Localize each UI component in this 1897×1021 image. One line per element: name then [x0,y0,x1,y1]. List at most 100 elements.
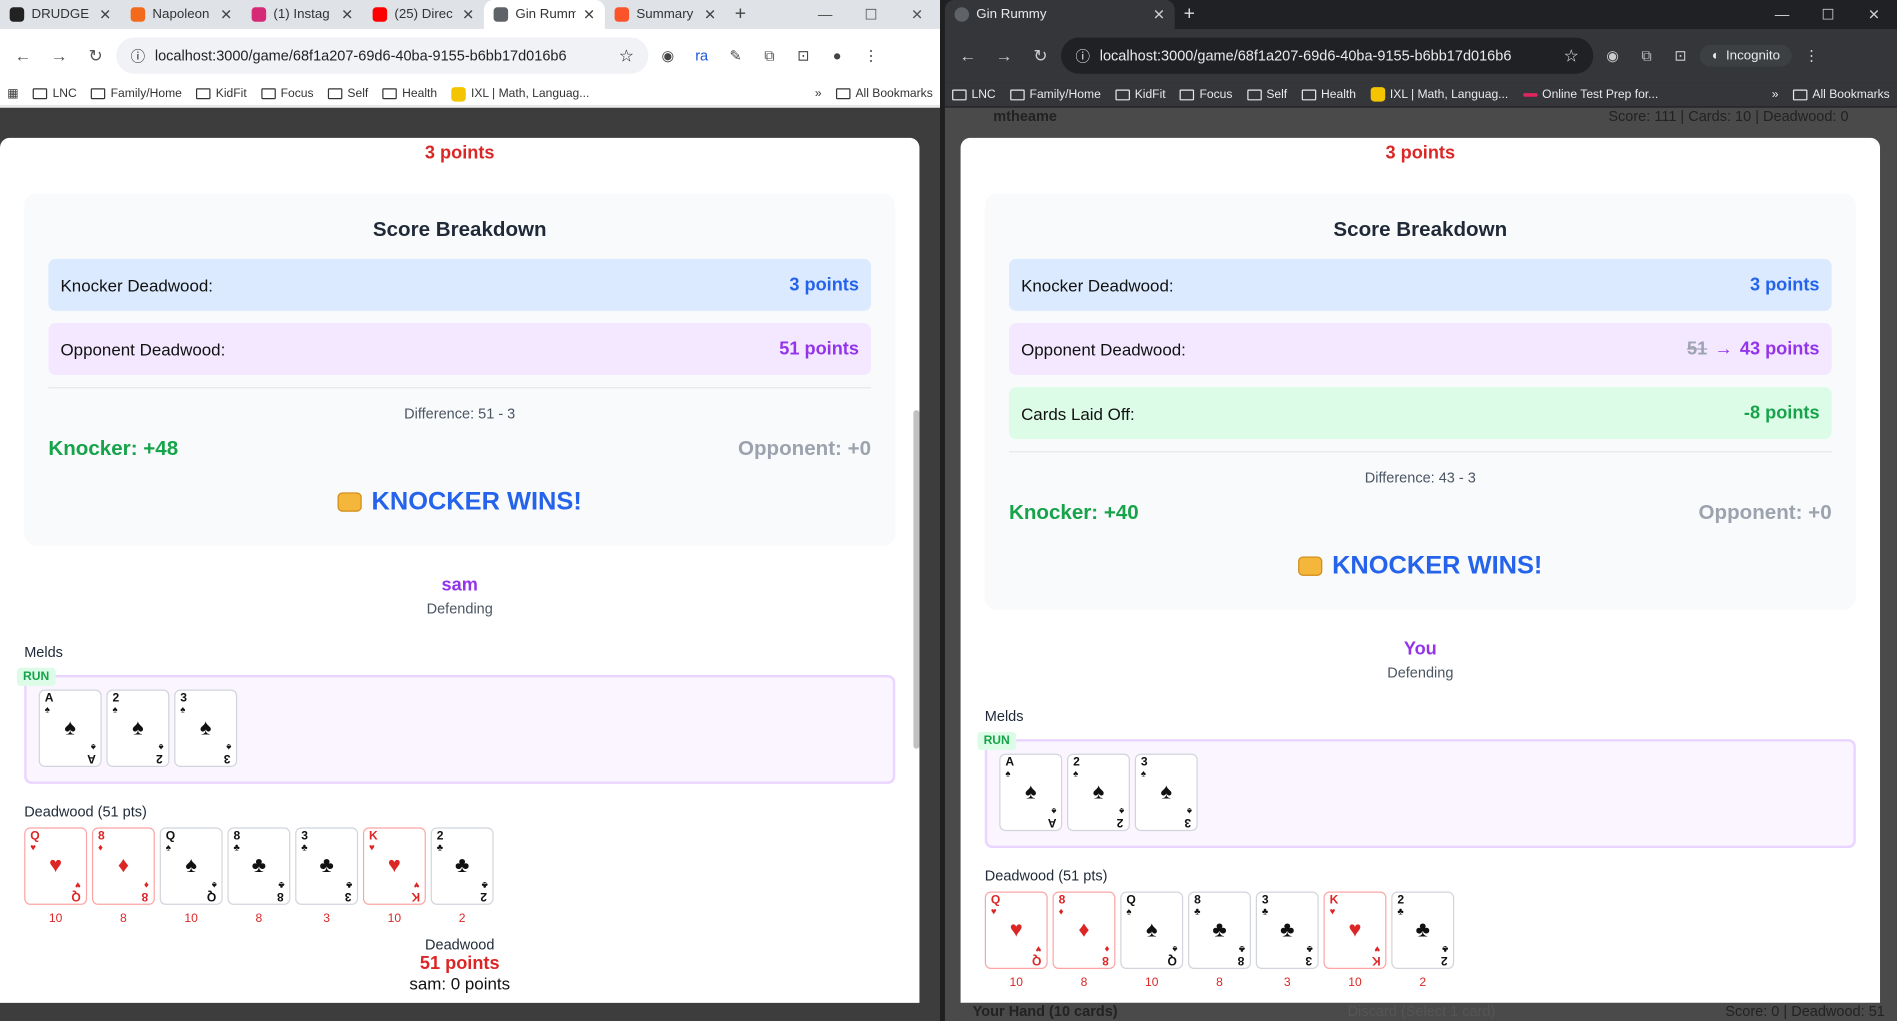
bm-5[interactable]: Health [1301,88,1356,101]
card-suit-icon: ♠ [112,704,118,715]
reload-icon[interactable]: ↻ [1025,45,1056,66]
site-info-icon[interactable]: ⓘ [131,45,146,66]
forward-icon[interactable]: → [988,46,1019,65]
bookmark-star-icon[interactable]: ☆ [1564,45,1579,66]
new-tab-button[interactable]: + [1175,0,1204,29]
more-bookmarks-icon[interactable]: » [1772,88,1779,101]
breakdown-title: Score Breakdown [1333,217,1508,241]
close-tab-icon[interactable]: ✕ [341,6,353,23]
bm-3[interactable]: Focus [1180,88,1232,101]
close-tab-icon[interactable]: ✕ [220,6,232,23]
extension-icon[interactable]: ◉ [653,47,682,64]
browser-tab[interactable]: Summary ✕ [605,0,726,29]
minimize-icon[interactable]: — [1759,6,1805,23]
all-bookmarks[interactable]: All Bookmarks [836,87,933,100]
card-suit-inverted-icon: ♦ [1104,943,1110,955]
bm-0[interactable]: LNC [33,87,77,100]
playing-card: Q ♠ ♠ Q ♠ [159,827,223,905]
tool-extension-icon[interactable]: ✎ [721,47,750,64]
close-tab-icon[interactable]: ✕ [704,6,716,23]
back-icon[interactable]: ← [952,46,983,65]
tab-search-icon[interactable]: ⊡ [789,47,818,64]
all-bookmarks[interactable]: All Bookmarks [1793,88,1890,101]
folder-icon [91,88,106,100]
opponent-deadwood-row: Opponent Deadwood: 51 → 43 points [1008,322,1832,376]
tab-gin-rummy[interactable]: Gin Rummy ✕ [944,0,1175,30]
melds-label: Melds [24,643,63,661]
card-rank-inverted: 2 [480,889,488,903]
browser-tab[interactable]: Gin Rumm ✕ [483,0,605,30]
extensions-puzzle-icon[interactable]: ⧉ [1632,47,1661,65]
bm-7[interactable]: Online Test Prep for... [1522,88,1658,101]
opponent-stats: Score: 111 | Cards: 10 | Deadwood: 0 [1608,107,1849,125]
tab-title: DRUDGE [31,7,90,22]
folder-icon [328,88,343,100]
card-suit-inverted-icon: ♣ [1306,943,1313,955]
bm-6[interactable]: IXL | Math, Languag... [1370,87,1508,102]
bm-5[interactable]: Health [382,87,437,100]
wins-text: KNOCKER WINS! [371,487,582,516]
more-bookmarks-icon[interactable]: » [815,87,822,100]
bm-1[interactable]: Family/Home [1010,88,1101,101]
tab-search-icon[interactable]: ⊡ [1666,47,1695,64]
bm-3[interactable]: Focus [261,87,314,100]
deadwood-card-cell: Q ♥ ♥ Q ♥ 10 [984,891,1048,990]
card-center-suit-icon: ♠ [1160,779,1173,804]
card-center-suit-icon: ♣ [1280,916,1295,942]
card-points: 2 [1419,976,1427,990]
playing-card: 3 ♣ ♣ 3 ♣ [295,827,359,905]
close-tab-icon[interactable]: ✕ [1153,6,1165,23]
playing-card: Q ♥ ♥ Q ♥ [984,891,1048,969]
card-suit-icon: ♠ [1140,768,1146,780]
round-points: 3 points [1385,142,1456,164]
close-tab-icon[interactable]: ✕ [99,6,111,23]
browser-tab[interactable]: (1) Instag ✕ [242,0,363,29]
close-tab-icon[interactable]: ✕ [462,6,474,23]
bm-4[interactable]: Self [1246,88,1287,101]
card-center-suit-icon: ♣ [1212,916,1227,942]
site-info-icon[interactable]: ⓘ [1076,45,1091,66]
address-bar[interactable]: ⓘ localhost:3000/game/68f1a207-69d6-40ba… [116,37,649,74]
globe-icon [954,7,970,22]
close-window-icon[interactable]: ✕ [1851,6,1897,23]
browser-tab[interactable]: (25) Direc ✕ [363,0,484,29]
folder-icon [1301,88,1317,100]
extension-icon[interactable]: ◉ [1598,47,1627,64]
bm-4[interactable]: Self [328,87,368,100]
extensions-puzzle-icon[interactable]: ⧉ [755,47,784,65]
maximize-icon[interactable]: ☐ [848,6,894,23]
apps-grid-icon[interactable]: ▦ [7,87,18,100]
footer-deadwood-points: 51 points [419,953,500,974]
reload-icon[interactable]: ↻ [80,45,111,66]
card-rank-inverted: A [1047,815,1057,829]
bm-1[interactable]: Family/Home [91,87,182,100]
bookmark-star-icon[interactable]: ☆ [619,45,634,66]
menu-kebab-icon[interactable]: ⋮ [857,47,886,64]
incognito-badge[interactable]: ◐ Incognito [1699,44,1793,67]
modal-scrollbar[interactable] [913,410,920,749]
card-center-suit-icon: ♥ [49,852,63,878]
browser-tab[interactable]: DRUDGE ✕ [0,0,121,29]
menu-kebab-icon[interactable]: ⋮ [1797,47,1826,64]
minimize-icon[interactable]: — [802,6,848,23]
close-window-icon[interactable]: ✕ [894,6,940,23]
bm-label: Self [347,87,369,101]
maximize-icon[interactable]: ☐ [1805,6,1851,23]
forward-icon[interactable]: → [44,46,75,65]
cards-laid-off-row: Cards Laid Off: -8 points [1008,387,1832,440]
bm-0[interactable]: LNC [952,88,996,101]
opponent-deadwood-label: Opponent Deadwood: [60,339,226,359]
test-prep-icon [1522,92,1538,97]
new-tab-button[interactable]: + [726,0,755,29]
bm-2[interactable]: KidFit [196,87,247,100]
bm-6[interactable]: IXL | Math, Languag... [451,86,589,102]
ra-extension-icon[interactable]: ra [687,47,716,64]
browser-tab[interactable]: Napoleon ✕ [121,0,242,29]
discard-button[interactable]: Discard (Select 1 card) [1348,1003,1496,1021]
close-tab-icon[interactable]: ✕ [583,6,595,23]
bm-2[interactable]: KidFit [1115,88,1166,101]
divider [1008,451,1832,453]
profile-avatar[interactable]: ● [823,47,852,64]
back-icon[interactable]: ← [7,46,38,65]
address-bar[interactable]: ⓘ localhost:3000/game/68f1a207-69d6-40ba… [1060,37,1594,74]
